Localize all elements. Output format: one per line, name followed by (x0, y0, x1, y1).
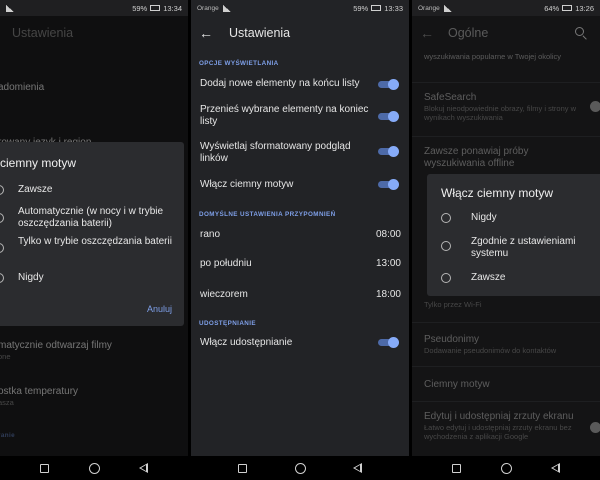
setting-label: Dodaj nowe elementy na końcu listy (200, 78, 360, 89)
radio-button[interactable] (0, 185, 4, 195)
section-sharing: UDOSTĘPNIANIE (199, 320, 256, 327)
back-icon[interactable] (551, 463, 561, 473)
option-always[interactable]: Zawsze (0, 184, 174, 196)
reminder-afternoon[interactable]: po południu 13:00 (200, 258, 401, 270)
clock: 13:33 (384, 3, 403, 13)
clock: 13:26 (575, 3, 594, 13)
option-label: Nigdy (18, 272, 44, 283)
radio-button[interactable] (0, 213, 4, 223)
battery-icon (562, 5, 573, 11)
back-arrow-icon[interactable]: ← (191, 25, 221, 41)
toggle-move-selected[interactable] (378, 111, 399, 122)
navigation-bar (412, 456, 600, 480)
toggle-dark-theme[interactable] (378, 179, 399, 190)
navigation-bar (191, 456, 409, 480)
recents-icon[interactable] (39, 463, 49, 473)
setting-move-selected[interactable]: Przenieś wybrane elementy na koniec list… (200, 104, 373, 128)
recents-icon[interactable] (238, 463, 248, 473)
option-label: Zawsze (18, 184, 53, 195)
recents-icon[interactable] (451, 463, 461, 473)
signal-icon (443, 4, 452, 12)
reminder-time: 18:00 (375, 289, 401, 300)
battery-icon (371, 5, 382, 11)
home-icon[interactable] (294, 462, 306, 474)
setting-enable-sharing[interactable]: Włącz udostępnianie (200, 337, 369, 349)
radio-button[interactable] (441, 213, 451, 223)
battery-text: 59% (353, 3, 369, 13)
battery-text: 64% (544, 3, 560, 13)
battery-icon (150, 5, 161, 11)
reminder-label: po południu (200, 258, 252, 269)
reminder-time: 08:00 (375, 229, 401, 240)
section-reminder-defaults: DOMYŚLNE USTAWIENIA PRZYPOMNIEŃ (199, 211, 336, 218)
status-bar: Orange 59% 13:33 (191, 0, 409, 16)
reminder-label: wieczorem (200, 289, 248, 300)
phone-screen-3: Orange 64% 13:26 ← Ogólne wyszukiwania p… (412, 0, 600, 480)
setting-label: Wyświetlaj sformatowany podgląd linków (200, 141, 351, 164)
phone-screen-1: 59% 13:34 Ustawienia adomienia rowany ję… (0, 0, 188, 480)
setting-label: Włącz ciemny motyw (200, 179, 294, 190)
radio-button[interactable] (0, 273, 4, 283)
battery-text: 59% (132, 3, 148, 13)
back-icon[interactable] (352, 463, 362, 473)
setting-label: Włącz udostępnianie (200, 337, 293, 348)
option-battery-saver[interactable]: Tylko w trybie oszczędzania baterii (0, 236, 174, 253)
option-never[interactable]: Nigdy (441, 212, 600, 224)
clock: 13:34 (163, 3, 182, 13)
option-automatic[interactable]: Automatycznie (w nocy i w trybie oszczęd… (0, 206, 174, 230)
section-display-options: OPCJE WYŚWIETLANIA (199, 60, 279, 67)
option-label: Zawsze (471, 272, 506, 283)
back-icon[interactable] (139, 463, 149, 473)
cancel-button[interactable]: Anuluj (147, 304, 172, 314)
toggle-enable-sharing[interactable] (378, 337, 399, 348)
radio-button[interactable] (441, 273, 451, 283)
signal-icon (6, 4, 14, 12)
option-always[interactable]: Zawsze (441, 272, 600, 284)
dark-theme-dialog: Włącz ciemny motyw Nigdy Zgodnie z ustaw… (427, 174, 600, 296)
signal-icon (222, 4, 231, 12)
dialog-title: ciemny motyw (0, 156, 77, 170)
carrier-label: Orange (418, 4, 440, 12)
option-label: Automatycznie (w nocy i w trybie oszczęd… (18, 206, 164, 229)
option-never[interactable]: Nigdy (0, 272, 174, 284)
reminder-evening[interactable]: wieczorem 18:00 (200, 289, 401, 301)
radio-button[interactable] (441, 241, 451, 251)
setting-dark-theme[interactable]: Włącz ciemny motyw (200, 179, 369, 191)
reminder-label: rano (200, 229, 221, 240)
reminder-time: 13:00 (375, 258, 401, 269)
option-label: Zgodnie z ustawieniami systemu (471, 236, 576, 259)
carrier-label: Orange (197, 4, 219, 12)
option-label: Nigdy (471, 212, 497, 223)
dark-theme-dialog: ciemny motyw Zawsze Automatycznie (w noc… (0, 142, 184, 326)
home-icon[interactable] (88, 462, 100, 474)
app-bar: ← Ustawienia (191, 16, 409, 50)
reminder-morning[interactable]: rano 08:00 (200, 229, 401, 241)
toggle-new-items-at-end[interactable] (378, 79, 399, 90)
setting-label: Przenieś wybrane elementy na koniec list… (200, 104, 369, 127)
status-bar: 59% 13:34 (0, 0, 188, 16)
setting-link-preview[interactable]: Wyświetlaj sformatowany podgląd linków (200, 141, 371, 165)
navigation-bar (0, 456, 188, 480)
radio-button[interactable] (0, 243, 4, 253)
status-bar: Orange 64% 13:26 (412, 0, 600, 16)
option-system-default[interactable]: Zgodnie z ustawieniami systemu (441, 236, 600, 260)
app-bar-title: Ustawienia (229, 26, 291, 40)
phone-screen-2: Orange 59% 13:33 ← Ustawienia OPCJE WYŚW… (191, 0, 409, 480)
toggle-link-preview[interactable] (378, 146, 399, 157)
home-icon[interactable] (500, 462, 512, 474)
dialog-title: Włącz ciemny motyw (441, 186, 554, 200)
option-label: Tylko w trybie oszczędzania baterii (18, 236, 172, 247)
setting-new-items-at-end[interactable]: Dodaj nowe elementy na końcu listy (200, 78, 369, 90)
